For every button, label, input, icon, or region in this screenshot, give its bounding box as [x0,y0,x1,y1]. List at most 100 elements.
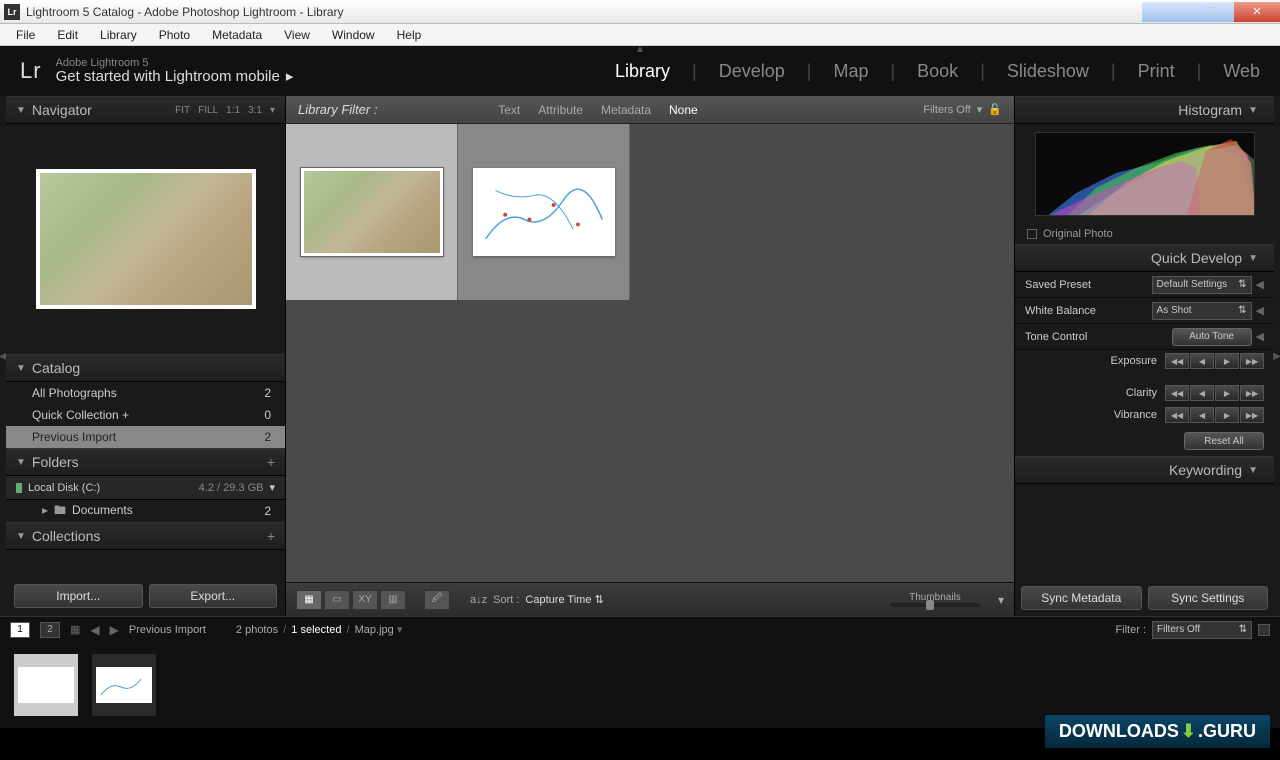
triangle-left-icon[interactable]: ◀ [1256,278,1264,291]
grid-cell[interactable] [286,124,458,300]
window-title: Lightroom 5 Catalog - Adobe Photoshop Li… [26,5,344,19]
triangle-down-icon: ▼ [16,457,26,468]
filter-tab-metadata[interactable]: Metadata [601,103,651,117]
module-develop[interactable]: Develop [719,61,785,82]
nav-zoom-3-1[interactable]: 3:1 [248,105,262,116]
white-balance-dropdown[interactable]: As Shot⇅ [1152,302,1252,320]
folder-volume[interactable]: Local Disk (C:) 4.2 / 29.3 GB▾ [6,476,285,500]
triangle-left-icon[interactable]: ◀ [1256,304,1264,317]
vibrance-stepper[interactable]: ◀◀◀▶▶▶ [1165,407,1264,423]
nav-zoom-1-1[interactable]: 1:1 [226,105,240,116]
clarity-stepper[interactable]: ◀◀◀▶▶▶ [1165,385,1264,401]
filmstrip-thumbnail[interactable] [92,654,156,716]
thumbnail-size-slider[interactable] [890,603,980,607]
top-panel-toggle-icon[interactable]: ▲ [635,44,645,55]
window-titlebar: Lr Lightroom 5 Catalog - Adobe Photoshop… [0,0,1280,24]
source-label[interactable]: Previous Import [129,624,206,636]
sort-label: Sort : [493,594,519,606]
tone-control-label: Tone Control [1025,331,1087,343]
module-library[interactable]: Library [615,61,670,82]
compare-view-button[interactable]: XY [352,590,378,610]
chevron-down-icon[interactable]: ▾ [397,624,403,636]
current-filename: Map.jpg [355,624,394,636]
chevron-down-icon[interactable]: ▾ [977,103,983,116]
filmstrip-filter-dropdown[interactable]: Filters Off⇅ [1152,621,1252,639]
filter-tab-attribute[interactable]: Attribute [538,103,583,117]
window-minimize-button[interactable]: ─ [1142,2,1188,22]
import-button[interactable]: Import... [14,584,143,608]
filter-tab-none[interactable]: None [669,103,698,117]
menu-help[interactable]: Help [387,26,432,44]
filmstrip-thumbnail[interactable] [14,654,78,716]
triangle-down-icon: ▼ [16,531,26,542]
export-button[interactable]: Export... [149,584,278,608]
right-panel: Histogram▼ Original Photo Quick Develop▼ [1014,96,1274,616]
exposure-stepper[interactable]: ◀◀◀▶▶▶ [1165,353,1264,369]
auto-tone-button[interactable]: Auto Tone [1172,328,1252,346]
window-maximize-button[interactable]: ☐ [1188,2,1234,22]
menu-window[interactable]: Window [322,26,385,44]
identity-title[interactable]: Get started with Lightroom mobile ▸ [56,69,294,86]
folder-documents[interactable]: ▸🖿Documents 2 [6,500,285,522]
go-forward-button[interactable]: ▶ [110,623,119,637]
collections-header[interactable]: ▼Collections + [6,522,285,550]
menu-photo[interactable]: Photo [149,26,200,44]
add-collection-icon[interactable]: + [267,528,275,544]
grid-icon[interactable]: ▦ [70,623,80,636]
quick-develop-header[interactable]: Quick Develop▼ [1015,244,1274,272]
filter-tab-text[interactable]: Text [498,103,520,117]
nav-zoom-fill[interactable]: FILL [198,105,218,116]
module-map[interactable]: Map [833,61,868,82]
add-folder-icon[interactable]: + [267,454,275,470]
thumbnail-image[interactable] [473,168,615,256]
thumbnail-image[interactable] [301,168,443,256]
chevron-down-icon[interactable]: ▾ [270,105,275,116]
painter-tool-button[interactable]: 🖉 [424,590,450,610]
filter-switch-icon[interactable] [1258,624,1270,636]
chevron-down-icon[interactable]: ▾ [269,481,275,494]
survey-view-button[interactable]: ▥ [380,590,406,610]
folders-header[interactable]: ▼Folders + [6,448,285,476]
loupe-view-button[interactable]: ▭ [324,590,350,610]
screen-2-button[interactable]: 2 [40,622,60,638]
sort-value-dropdown[interactable]: Capture Time ⇅ [525,593,603,606]
screen-1-button[interactable]: 1 [10,622,30,638]
menu-edit[interactable]: Edit [47,26,88,44]
menu-file[interactable]: File [6,26,45,44]
menu-view[interactable]: View [274,26,320,44]
catalog-previous-import[interactable]: Previous Import2 [6,426,285,448]
toolbar-options-icon[interactable]: ▾ [998,593,1004,607]
vibrance-label: Vibrance [1114,409,1157,421]
keywording-header[interactable]: Keywording▼ [1015,456,1274,484]
saved-preset-dropdown[interactable]: Default Settings⇅ [1152,276,1252,294]
go-back-button[interactable]: ◀ [90,623,99,637]
navigator-header[interactable]: ▼Navigator FIT FILL 1:1 3:1 ▾ [6,96,285,124]
module-book[interactable]: Book [917,61,958,82]
catalog-quick-collection[interactable]: Quick Collection +0 [6,404,285,426]
filters-off-label[interactable]: Filters Off [923,104,970,116]
module-print[interactable]: Print [1138,61,1175,82]
menu-bar: File Edit Library Photo Metadata View Wi… [0,24,1280,46]
grid-cell[interactable] [458,124,630,300]
center-toolbar: ▦ ▭ XY ▥ 🖉 a↓z Sort : Capture Time ⇅ Thu… [286,582,1014,616]
menu-library[interactable]: Library [90,26,147,44]
grid-view-button[interactable]: ▦ [296,590,322,610]
histogram-header[interactable]: Histogram▼ [1015,96,1274,124]
menu-metadata[interactable]: Metadata [202,26,272,44]
sort-direction-icon[interactable]: a↓z [470,594,487,606]
grid-view[interactable] [286,124,1014,582]
reset-all-button[interactable]: Reset All [1184,432,1264,450]
sync-metadata-button[interactable]: Sync Metadata [1021,586,1142,610]
module-web[interactable]: Web [1223,61,1260,82]
original-photo-toggle[interactable]: Original Photo [1015,224,1274,244]
window-close-button[interactable]: ✕ [1234,2,1280,22]
catalog-all-photographs[interactable]: All Photographs2 [6,382,285,404]
nav-zoom-fit[interactable]: FIT [175,105,190,116]
triangle-left-icon[interactable]: ◀ [1256,330,1264,343]
lock-icon[interactable]: 🔓 [988,103,1002,116]
navigator-preview[interactable] [6,124,285,354]
module-slideshow[interactable]: Slideshow [1007,61,1089,82]
right-panel-toggle[interactable]: ▶ [1274,96,1280,616]
catalog-header[interactable]: ▼Catalog [6,354,285,382]
sync-settings-button[interactable]: Sync Settings [1148,586,1269,610]
